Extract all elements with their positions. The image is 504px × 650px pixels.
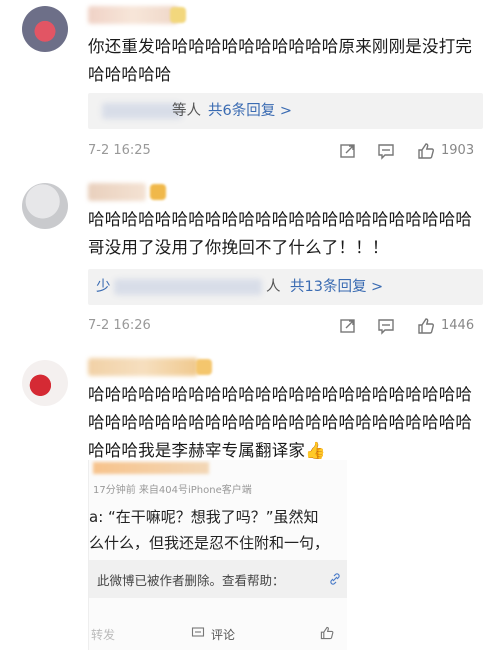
embedded-text-line-1: a: “在干嘛呢？想我了吗？”虽然知 (89, 508, 319, 526)
embedded-text-line-2: 么什么，但我还是忍不住附和一句， (89, 534, 330, 552)
comment-text: 哈哈哈哈哈哈哈哈哈哈哈哈哈哈哈哈哈哈哈哈哈哈哈哈哈哈哈哈哈哈哈哈哈哈哈哈哈哈哈哈… (88, 385, 473, 460)
share-icon[interactable] (338, 316, 360, 336)
thumbs-up-icon[interactable] (416, 316, 438, 336)
link-icon (329, 570, 341, 589)
embedded-source: 17分钟前 来自404号iPhone客户端 (93, 485, 252, 496)
comment-meta: 7-2 16:26 1446 (88, 316, 483, 338)
username[interactable] (88, 183, 146, 201)
comment-text: 你还重发哈哈哈哈哈哈哈哈哈哈哈原来刚刚是没打完哈哈哈哈哈 (88, 37, 473, 84)
embedded-username-blurred (93, 462, 209, 474)
embedded-screenshot: 17分钟前 来自404号iPhone客户端 a: “在干嘛呢？想我了吗？”虽然知… (88, 460, 347, 650)
reply-summary[interactable]: 等人 共6条回复 > (88, 93, 483, 129)
reply-summary[interactable]: 少 人 共13条回复 > (88, 269, 483, 305)
embedded-comment-icon (191, 626, 205, 643)
username[interactable] (88, 6, 178, 24)
reply-users-blurred (102, 103, 182, 119)
timestamp: 7-2 16:25 (88, 143, 151, 158)
embedded-thumbs-up-icon (319, 625, 335, 644)
deleted-notice-box: 此微博已被作者删除。查看帮助： (89, 560, 347, 598)
share-icon[interactable] (338, 141, 360, 161)
username[interactable] (88, 358, 198, 376)
like-count: 1446 (441, 318, 475, 333)
avatar[interactable] (22, 360, 68, 406)
comment-icon[interactable] (376, 316, 398, 336)
timestamp: 7-2 16:26 (88, 318, 151, 333)
reply-users-blurred (114, 279, 262, 295)
comment-text: 哈哈哈哈哈哈哈哈哈哈哈哈哈哈哈哈哈哈哈哈哈哈哈哥没用了没用了你挽回不了什么了！！… (88, 210, 473, 257)
reply-count-link[interactable]: 共13条回复 > (290, 269, 383, 305)
deleted-notice: 此微博已被作者删除。查看帮助： (97, 573, 285, 588)
embedded-repost: 转发 (91, 628, 116, 642)
embedded-action-bar: 转发 评论 (89, 620, 347, 648)
avatar[interactable] (22, 6, 68, 52)
embedded-comment-label: 评论 (211, 628, 236, 642)
comment-icon[interactable] (376, 141, 398, 161)
avatar[interactable] (22, 183, 68, 229)
user-badge-icon (170, 7, 186, 23)
reply-person-suffix: 等人 (172, 103, 201, 119)
reply-prefix: 少 (96, 279, 111, 295)
user-badge-icon (150, 184, 166, 200)
reply-person-suffix: 人 (266, 279, 281, 295)
user-badge-icon (196, 359, 212, 375)
thumbs-up-icon[interactable] (416, 141, 438, 161)
like-count: 1903 (441, 143, 475, 158)
comment-meta: 7-2 16:25 1903 (88, 141, 483, 163)
reply-count-link[interactable]: 共6条回复 > (208, 93, 292, 129)
